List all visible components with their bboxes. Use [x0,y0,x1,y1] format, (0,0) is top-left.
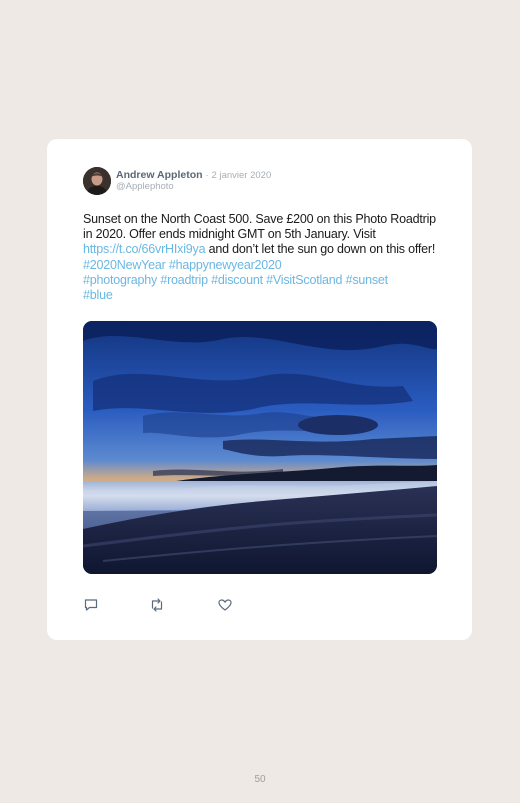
page-number: 50 [254,774,266,785]
tweet-text-part2: and don’t let the sun go down on this of… [205,242,436,257]
reply-icon[interactable] [83,597,99,613]
tweet-text: Sunset on the North Coast 500. Save £200… [83,212,443,303]
like-icon[interactable] [217,597,233,613]
tweet-actions [83,597,283,613]
author-name[interactable]: Andrew Appleton [116,169,203,181]
tweet-card: Andrew Appleton · 2 janvier 2020 @Applep… [47,139,472,640]
retweet-icon[interactable] [149,597,165,613]
tweet-text-part1: Sunset on the North Coast 500. Save £200… [83,212,436,242]
tweet-link[interactable]: https://t.co/66vrHIxi9ya [83,242,206,256]
separator-dot: · [205,170,209,181]
tweet-photo[interactable] [83,321,437,574]
author-line: Andrew Appleton · 2 janvier 2020 [116,169,271,181]
hashtags-line2[interactable]: #photography #roadtrip #discount #VisitS… [83,273,388,287]
tweet-date[interactable]: 2 janvier 2020 [212,170,272,181]
hashtags-line3[interactable]: #blue [83,288,113,302]
avatar[interactable] [83,167,111,195]
author-handle[interactable]: @Applephoto [116,181,174,192]
hashtags-line1[interactable]: #2020NewYear #happynewyear2020 [83,258,282,272]
